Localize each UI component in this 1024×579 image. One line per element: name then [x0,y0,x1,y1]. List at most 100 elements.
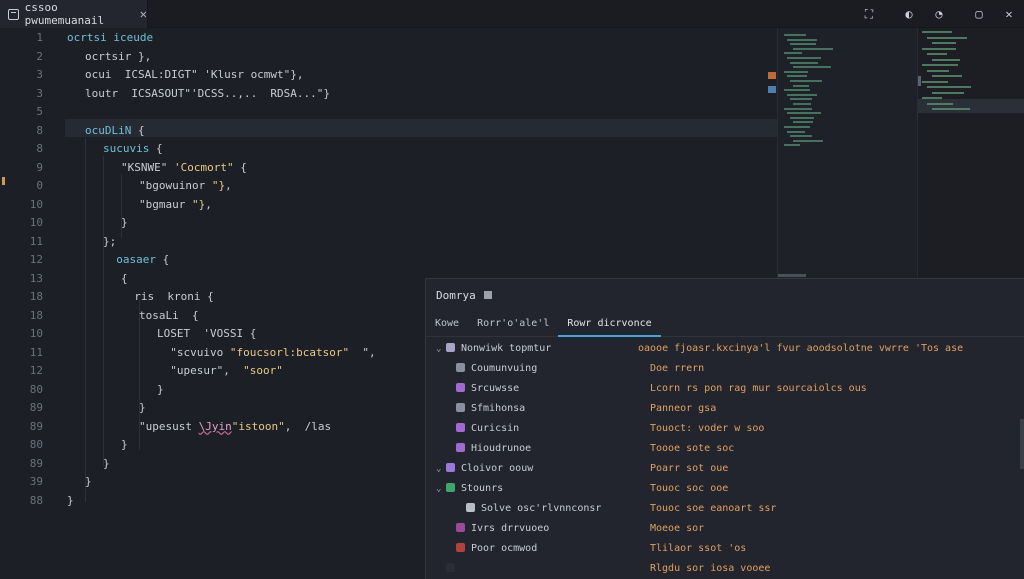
detail-row: Touoc soc ooe [650,483,729,494]
warning-marker[interactable] [768,72,776,79]
tree-node-icon [456,443,465,452]
tree-item-label: Ivrs drrvuoeo [471,523,550,534]
chevron-down-icon[interactable]: ⌄ [436,479,446,499]
outline-line [927,102,953,105]
line-number: 3 [36,68,43,81]
outline-line [922,97,942,99]
outline-line [932,58,960,61]
line-number: 9 [36,160,43,174]
panel-tab[interactable]: Kowe [426,311,468,337]
code-line[interactable]: ocrtsir }, [85,48,151,66]
panel-tab[interactable]: Rorr'o'ale'l [468,311,558,337]
line-number: 18 [29,290,43,303]
code-line[interactable]: ocrtsi iceude [67,29,153,47]
code-line[interactable]: } [103,455,110,473]
line-number: 11 [29,234,43,248]
minimap-line [790,61,818,64]
tree-item[interactable]: ⌄ Stounrs [436,479,503,499]
chevron-down-icon[interactable]: ⌄ [436,459,446,479]
detail-row: Doe rrern [650,363,705,374]
code-token: "upesust [139,419,199,433]
tree-item[interactable]: Ivrs drrvuoeo [446,519,549,539]
tree-item-label: Curicsin [471,423,520,434]
minimap-line [784,34,806,36]
panel-title: Domrya [436,288,476,302]
account-icon[interactable]: ◐ [894,7,924,21]
code-line[interactable]: tosaLi { [139,307,199,325]
code-line[interactable]: } [85,473,92,491]
close-tab-icon[interactable]: ✕ [140,7,147,21]
panel-scrollbar[interactable] [1020,419,1024,469]
code-line[interactable]: } [157,381,164,399]
code-line[interactable]: "bgmaur "}, [139,196,212,214]
code-line[interactable]: loutr ICSASOUT"'DCSS..,.. RDSA..."} [85,85,330,103]
outline-line [922,80,948,83]
code-line[interactable]: "bgowuinor "}, [139,177,232,195]
tree-item[interactable]: ⌄ Cloivor oouw [436,459,533,479]
split-editor-icon[interactable]: ⛶ [854,7,884,22]
code-line[interactable]: oasaer { [103,251,169,269]
code-line[interactable]: ocui ICSAL:DIGT" 'Klusr ocmwt"}, [85,66,304,84]
outline-selection [918,99,1024,113]
tree-item[interactable]: Solve osc'rlvnnconsr [456,499,601,519]
maximize-icon[interactable]: ▢ [964,7,994,21]
notifications-icon[interactable]: ◔ [924,7,954,21]
code-token: ris kroni [121,290,201,303]
code-token: } [157,382,164,396]
panel-tab[interactable]: Rowr dicrvonce [558,311,661,337]
code-line[interactable]: }; [103,233,116,251]
panel-window-icon[interactable] [483,291,492,299]
minimap-line [784,70,808,73]
tree-item[interactable]: Poor ocmwod [446,539,537,559]
line-number: 10 [29,197,43,211]
outline-line [922,64,958,66]
code-line[interactable]: } [67,492,74,510]
code-token: } [103,456,110,470]
outline-line [927,36,967,39]
code-token: LOSET 'VOSSI [157,327,244,340]
code-token: "istoon" [231,419,285,433]
code-token: , [205,197,212,211]
chevron-down-icon[interactable]: ⌄ [436,339,446,359]
code-line[interactable]: "scvuivo "foucsorl:bcatsor" ", [157,344,375,362]
code-token: } [121,438,128,451]
editor-tab[interactable]: cssoo pwumemuanail ✕ [0,0,148,28]
code-line[interactable]: { [121,270,128,288]
code-line[interactable]: } [139,399,146,417]
code-line[interactable]: "upesust \Jyin"istoon", /las [139,418,331,436]
tree-item[interactable]: Srcuwsse [446,379,519,399]
code-token: { [149,142,163,155]
line-number: 2 [36,49,43,63]
code-line[interactable]: } [121,214,128,232]
tree-node-icon [446,483,455,492]
outline-line [932,42,956,44]
detail-row: Panneor gsa [650,403,717,414]
minimap-line [790,98,812,101]
tree-item[interactable]: Sfmihonsa [446,399,525,419]
line-number: 89 [29,456,43,470]
minimap-line [793,121,813,124]
ide-window: cssoo pwumemuanail ✕ ⛶ ◐ ◔ ▢ ✕ 123358890… [0,0,1024,579]
close-window-icon[interactable]: ✕ [994,7,1024,21]
tree-item[interactable]: Curicsin [446,419,519,439]
code-token: "bgowuinor [139,179,212,192]
outline-preview[interactable] [917,28,1024,278]
code-line[interactable]: ris kroni { [121,288,214,306]
code-line[interactable]: sucuvis { [103,140,163,158]
minimap-line [784,89,810,92]
tree-item[interactable]: Coumunvuing [446,359,537,379]
minimap-line [784,144,800,147]
tree-item[interactable]: ⌄ Nonwiwk topmtur [436,339,551,359]
info-marker[interactable] [768,86,776,93]
code-line[interactable]: LOSET 'VOSSI { [157,325,256,343]
tree-item[interactable] [436,559,461,579]
minimap[interactable] [777,28,917,278]
line-number-gutter: 1 2 3 3 5 8 8 9 0 10 10 11 12 13 18 18 10 11 12 80 89 89 80 89 3… [0,28,55,579]
code-token: sucuvis [103,142,150,155]
code-line[interactable]: "upesur", "soor" [157,362,283,380]
code-line[interactable]: ocuDLiN { [85,122,145,140]
code-line[interactable]: } [121,436,128,454]
tree-item[interactable]: Hioudrunoe [446,439,531,459]
minimap-scrollbar[interactable] [778,274,806,277]
code-line[interactable]: "KSNWE" 'Cocmort" { [121,159,247,177]
